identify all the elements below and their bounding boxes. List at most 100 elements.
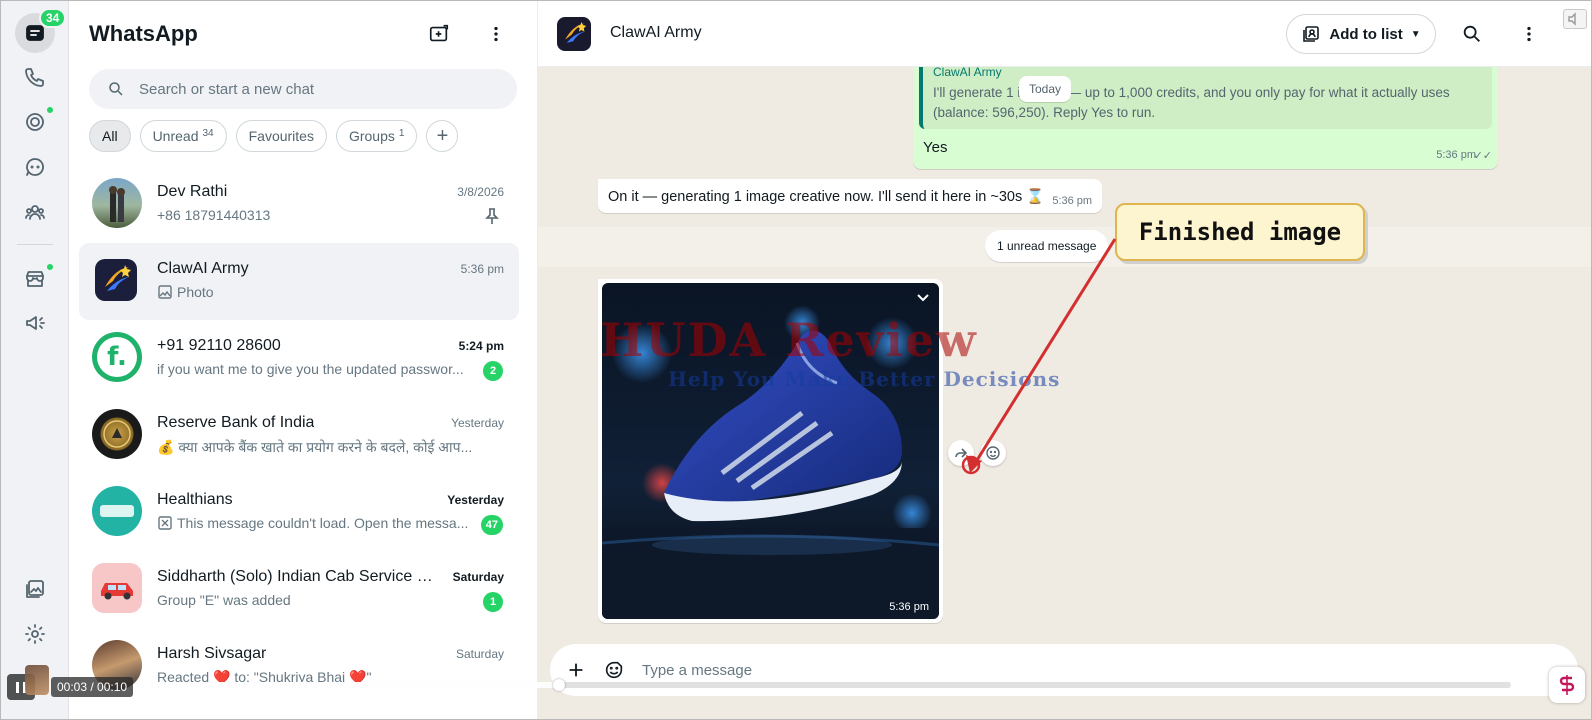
chat-time: Saturday — [452, 570, 504, 584]
video-timecode: 00:03 / 00:10 — [51, 677, 134, 697]
filter-label: Unread — [152, 128, 199, 144]
gear-icon — [25, 624, 45, 644]
video-player-controls: 00:03 / 00:10 — [1, 663, 1591, 711]
chat-name: Siddharth (Solo) Indian Cab Service U... — [157, 568, 437, 585]
channels-icon — [26, 158, 44, 176]
status-icon — [26, 113, 44, 131]
media-nav-button[interactable] — [15, 569, 55, 609]
filter-count: 1 — [398, 127, 405, 139]
chat-preview: +86 18791440313 — [157, 207, 270, 223]
plus-icon: + — [436, 124, 449, 147]
annotation-arrow — [961, 238, 1117, 475]
chat-sidebar: WhatsApp All Unread34 Favourites Groups1… — [69, 1, 599, 719]
chat-time: 3/8/2026 — [457, 185, 504, 199]
brand-logo — [1549, 667, 1585, 703]
store-icon — [26, 271, 44, 287]
chat-time: Yesterday — [447, 493, 504, 507]
chat-list-item[interactable]: Healthians Yesterday This message couldn… — [79, 474, 519, 551]
chat-list-item[interactable]: f. +91 92110 28600 5:24 pm if you want m… — [79, 320, 519, 397]
chat-menu-button[interactable] — [1511, 16, 1547, 52]
video-progress-bar[interactable] — [151, 679, 1511, 691]
chat-list-item[interactable]: Siddharth (Solo) Indian Cab Service U...… — [79, 551, 519, 628]
add-filter-button[interactable]: + — [426, 120, 459, 152]
video-progress-fill — [151, 682, 559, 688]
chat-preview-text: This message couldn't load. Open the mes… — [177, 515, 469, 531]
nav-rail: 34 — [1, 1, 69, 719]
chat-name: ClawAI Army — [157, 260, 249, 277]
contact-name[interactable]: ClawAI Army — [610, 24, 702, 42]
communities-nav-button[interactable] — [15, 192, 55, 232]
chat-name: Healthians — [157, 491, 233, 508]
chat-preview: This message couldn't load. Open the mes… — [157, 515, 468, 531]
filter-unread[interactable]: Unread 34 — [139, 120, 227, 152]
filter-all[interactable]: All — [89, 120, 131, 152]
unread-badge: 1 — [483, 592, 503, 612]
avatar — [92, 178, 142, 228]
new-chat-icon — [429, 24, 449, 42]
communities-icon — [25, 205, 45, 220]
filter-chips: All Unread 34 Favourites Groups 1 + — [89, 120, 459, 152]
app-title: WhatsApp — [89, 21, 198, 46]
avatar: f. — [92, 332, 142, 382]
chat-time: Saturday — [455, 647, 504, 661]
more-vertical-icon — [494, 26, 498, 42]
chat-list-item[interactable]: Reserve Bank of India Yesterday 💰 क्या आ… — [79, 397, 519, 474]
speaker-icon — [1568, 12, 1576, 26]
chat-preview-text: Photo — [177, 284, 214, 300]
video-scrubber[interactable] — [553, 679, 565, 691]
message-area: ClawAI Army I'll generate 1 i... ative —… — [538, 67, 1591, 643]
chat-preview-text: if you want me to give you the updated p… — [157, 361, 464, 377]
chat-name: Dev Rathi — [157, 183, 228, 200]
new-chat-button[interactable] — [421, 16, 457, 52]
logo-icon — [1559, 675, 1575, 695]
avatar — [92, 486, 142, 536]
unread-badge: 2 — [483, 361, 503, 381]
status-new-dot — [45, 105, 55, 115]
chat-preview: if you want me to give you the updated p… — [157, 361, 464, 377]
conversation-panel: ClawAI Army Add to list ▼ ClawAI Army I'… — [538, 1, 1591, 719]
search-icon — [1463, 25, 1480, 42]
filter-count: 34 — [202, 127, 214, 139]
more-vertical-icon — [1527, 26, 1531, 42]
chat-preview-text: 💰 क्या आपके बैंक खाते का प्रयोग करने के … — [157, 439, 472, 455]
filter-label: Favourites — [248, 128, 314, 144]
unread-badge: 47 — [480, 515, 503, 535]
pin-icon — [485, 208, 499, 224]
conversation-header: ClawAI Army Add to list ▼ — [538, 1, 1591, 67]
advertise-nav-button[interactable] — [15, 303, 55, 343]
dropdown-caret-icon: ▼ — [1410, 28, 1421, 40]
search-bar — [89, 69, 517, 109]
search-icon — [109, 82, 123, 96]
filter-label: Groups — [348, 128, 395, 144]
calls-nav-button[interactable] — [15, 57, 55, 97]
chat-preview-text: +86 18791440313 — [157, 207, 271, 223]
chat-preview: 💰 क्या आपके बैंक खाते का प्रयोग करने के … — [157, 438, 472, 457]
whatsapp-window: 34 WhatsApp Search or start a new chat A… — [0, 0, 1592, 720]
filter-groups[interactable]: Groups 1 — [335, 120, 418, 152]
filter-favourites[interactable]: Favourites — [235, 120, 327, 152]
chat-name: Reserve Bank of India — [157, 414, 315, 431]
megaphone-icon — [26, 316, 45, 330]
add-to-list-label: Add to list — [1329, 25, 1403, 43]
business-new-dot — [45, 262, 55, 272]
chat-list-item[interactable]: Dev Rathi 3/8/2026 +86 18791440313 — [79, 166, 519, 243]
settings-nav-button[interactable] — [15, 614, 55, 654]
search-chat-button[interactable] — [1454, 16, 1490, 52]
avatar — [92, 409, 142, 459]
chat-list-item-selected[interactable]: ClawAI Army 5:36 pm Photo — [79, 243, 519, 320]
list-icon — [1303, 26, 1320, 42]
photo-icon — [158, 285, 172, 299]
chat-time: Yesterday — [451, 416, 504, 430]
broken-message-icon — [158, 516, 172, 530]
sidebar-menu-button[interactable] — [478, 16, 514, 52]
volume-button[interactable] — [1563, 9, 1587, 29]
chat-name: Harsh Sivsagar — [157, 645, 267, 662]
presenter-thumbnail — [25, 665, 49, 695]
avatar — [95, 259, 137, 301]
channels-nav-button[interactable] — [15, 147, 55, 187]
chat-preview-text: Group "E" was added — [157, 592, 291, 608]
add-to-list-button[interactable]: Add to list ▼ — [1286, 14, 1436, 54]
contact-avatar[interactable] — [557, 17, 591, 51]
search-input[interactable] — [139, 80, 499, 98]
chat-time: 5:36 pm — [460, 262, 504, 276]
